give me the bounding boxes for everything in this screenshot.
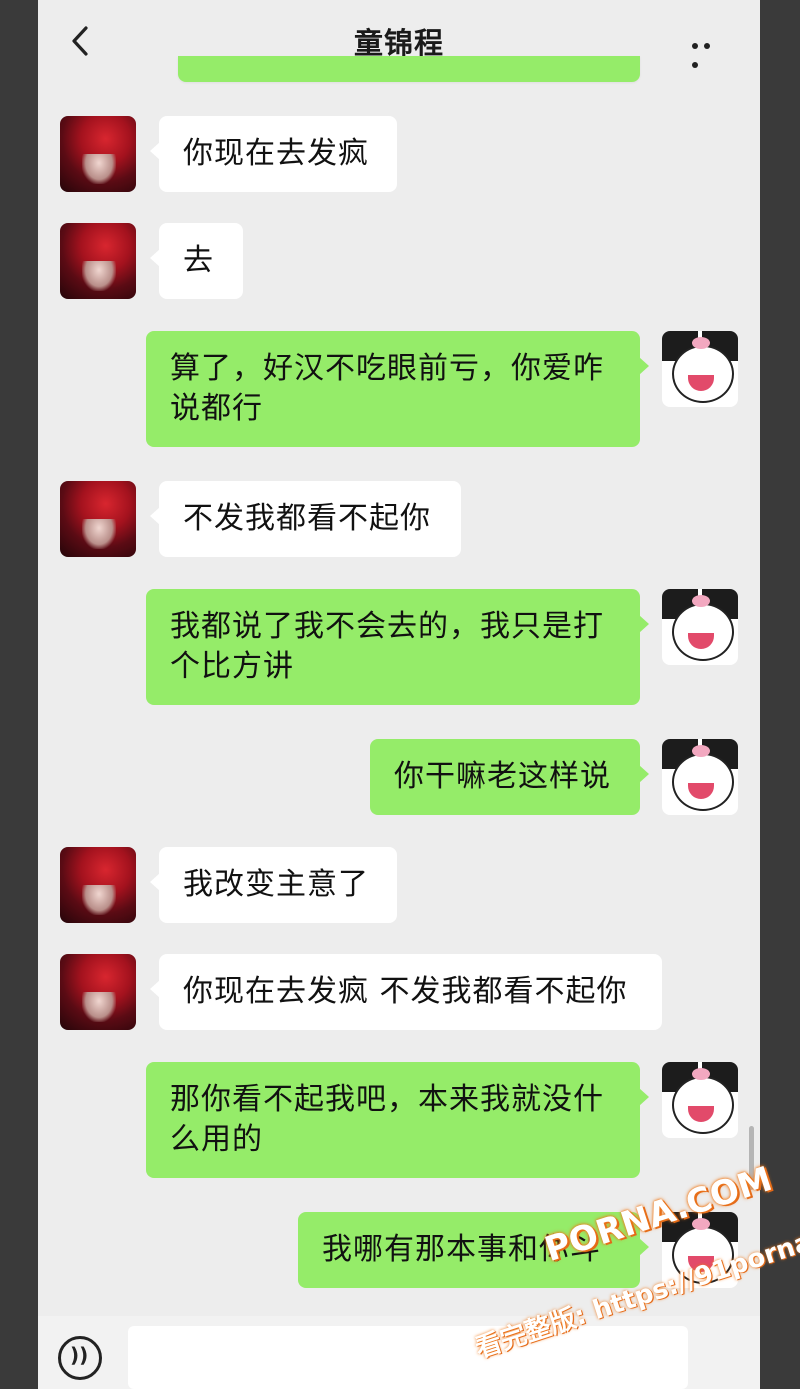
self-avatar[interactable] [662, 739, 738, 815]
contact-avatar[interactable] [60, 116, 136, 192]
contact-avatar[interactable] [60, 954, 136, 1030]
self-avatar[interactable] [662, 589, 738, 665]
incoming-message: 你现在去发疯 不发我都看不起你 [150, 954, 662, 1030]
contact-avatar[interactable] [60, 481, 136, 557]
outgoing-message: 你干嘛老这样说 [370, 739, 649, 815]
contact-avatar[interactable] [60, 847, 136, 923]
incoming-message: 你现在去发疯 [150, 116, 397, 192]
outgoing-message: 我都说了我不会去的，我只是打个比方讲 [146, 589, 649, 705]
outgoing-message: 算了，好汉不吃眼前亏，你爱咋说都行 [146, 331, 649, 447]
self-avatar[interactable] [662, 331, 738, 407]
input-bar [38, 1316, 760, 1389]
voice-input-icon[interactable] [58, 1336, 102, 1380]
chat-screen: 童锦程 你现在去发疯 去 算了，好汉不吃眼前亏，你爱咋说都行 不发我都看不起你 … [38, 0, 760, 1389]
self-avatar[interactable] [662, 1062, 738, 1138]
incoming-message: 去 [150, 223, 243, 299]
previous-message-bubble [178, 56, 640, 82]
contact-avatar[interactable] [60, 223, 136, 299]
incoming-message: 不发我都看不起你 [150, 481, 461, 557]
outgoing-message: 那你看不起我吧，本来我就没什么用的 [146, 1062, 649, 1178]
incoming-message: 我改变主意了 [150, 847, 397, 923]
more-options-icon[interactable] [692, 34, 726, 68]
message-input[interactable] [128, 1326, 688, 1389]
